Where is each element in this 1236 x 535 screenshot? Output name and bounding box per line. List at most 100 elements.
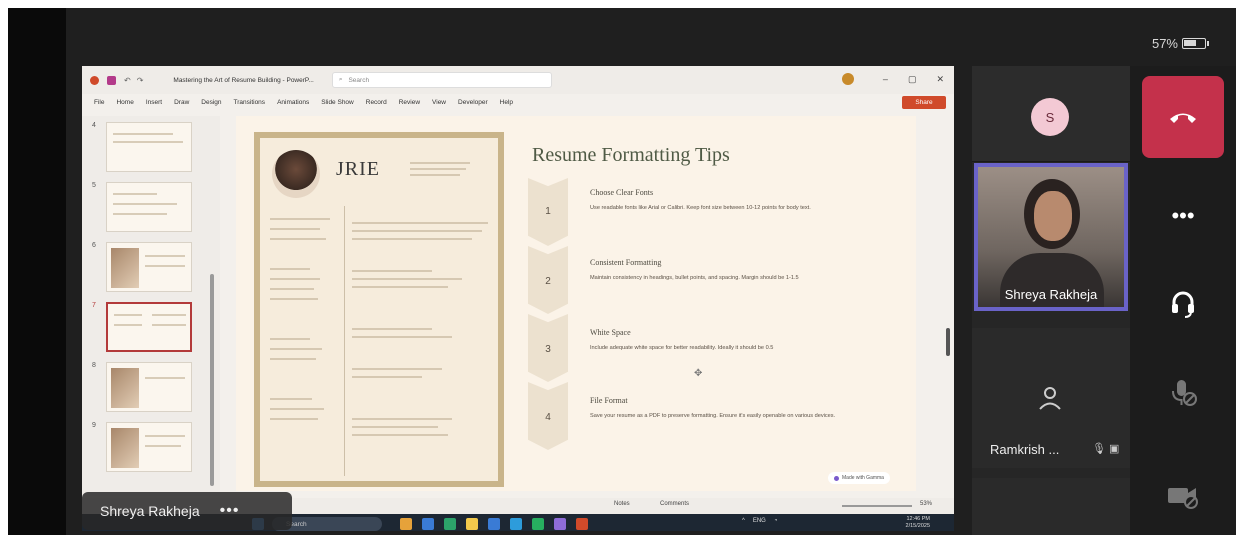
battery-icon (1182, 38, 1209, 49)
ppt-search-box[interactable]: ⌕ Search (331, 72, 552, 88)
phone-hangup-icon (1170, 113, 1196, 123)
slide-scrollbar[interactable] (946, 328, 950, 356)
tip-title: White Space (590, 328, 631, 337)
thumb-number: 4 (92, 122, 96, 129)
resume-photo (272, 150, 320, 198)
save-icon[interactable] (107, 75, 116, 85)
slide-thumbnail[interactable] (106, 422, 192, 472)
comments-button[interactable]: Comments (660, 501, 689, 507)
window-controls: – ▢ ✕ (883, 74, 944, 85)
menu-animations[interactable]: Animations (277, 99, 309, 106)
tray-lang[interactable]: ENG (753, 518, 766, 524)
menu-draw[interactable]: Draw (174, 99, 189, 106)
left-black-strip (8, 8, 66, 535)
teams-icon[interactable] (554, 518, 566, 530)
thumb-number: 9 (92, 422, 96, 429)
hangup-button[interactable] (1142, 76, 1224, 158)
restore-icon[interactable]: ▢ (908, 74, 917, 85)
gamma-label: Made with Gamma (842, 475, 884, 481)
shared-screen: ↶ ↷ Mastering the Art of Resume Building… (82, 66, 954, 531)
presenter-name-tag: Shreya Rakheja ••• (82, 492, 292, 530)
slide-thumbnail[interactable] (106, 362, 192, 412)
menu-slide-show[interactable]: Slide Show (321, 99, 354, 106)
audio-button[interactable] (1142, 274, 1224, 334)
document-title: Mastering the Art of Resume Building - P… (173, 76, 314, 84)
account-avatar[interactable] (842, 73, 854, 85)
zoom-level[interactable]: 53% (920, 501, 932, 507)
menu-file[interactable]: File (94, 99, 104, 106)
tip-number: 2 (545, 276, 551, 287)
meeting-window: 57% ↶ ↷ Mastering the Art of Resume Buil… (8, 8, 1236, 535)
gamma-badge[interactable]: Made with Gamma (828, 472, 890, 484)
taskbar-app-icon[interactable] (488, 518, 500, 530)
taskbar-app-icon[interactable] (532, 518, 544, 530)
menu-record[interactable]: Record (366, 99, 387, 106)
camera-off-icon (1168, 488, 1198, 509)
camera-button[interactable] (1142, 466, 1224, 526)
wifi-icon[interactable]: ◔ (774, 518, 778, 524)
mouse-cursor-icon: ✥ (694, 368, 703, 379)
thumb-number: 6 (92, 242, 96, 249)
tip-number: 4 (545, 412, 551, 423)
taskbar-clock[interactable]: 12:46 PM 2/15/2025 (890, 516, 930, 530)
more-options-icon: ••• (1171, 203, 1195, 228)
tip-body: Save your resume as a PDF to preserve fo… (590, 413, 836, 419)
clock-time: 12:46 PM (906, 516, 930, 522)
notes-button[interactable]: Notes (614, 501, 630, 507)
taskbar-app-icon[interactable] (510, 518, 522, 530)
taskbar-app-icon[interactable] (400, 518, 412, 530)
participant-name: Shreya Rakheja (1004, 287, 1098, 302)
participant-tile[interactable]: Ramkrish ... 🎙︎ ▣ (972, 328, 1130, 468)
participant-tile[interactable] (972, 478, 1130, 535)
tip-number: 3 (545, 344, 551, 355)
tip-title: Choose Clear Fonts (590, 188, 654, 197)
slide-thumbnail[interactable] (106, 122, 192, 172)
more-button[interactable]: ••• (1142, 186, 1224, 246)
menu-review[interactable]: Review (399, 99, 420, 106)
undo-icon[interactable]: ↶ (124, 76, 131, 85)
participant-tile[interactable]: S (972, 66, 1130, 162)
tip-body: Maintain consistency in headings, bullet… (590, 275, 799, 281)
slide-thumbnail[interactable] (106, 242, 192, 292)
tray-chevron-icon[interactable]: ^ (742, 518, 745, 524)
menu-help[interactable]: Help (500, 99, 513, 106)
tip-title: File Format (590, 396, 628, 405)
search-placeholder: Search (348, 76, 370, 84)
menu-view[interactable]: View (432, 99, 446, 106)
gamma-icon (834, 475, 839, 481)
ppt-titlebar: ↶ ↷ Mastering the Art of Resume Building… (82, 66, 954, 94)
mic-button[interactable] (1142, 362, 1224, 422)
resume-image: JRIE (260, 138, 498, 481)
taskbar-app-icon[interactable] (466, 518, 478, 530)
close-icon[interactable]: ✕ (936, 74, 944, 85)
share-button[interactable]: Share (902, 96, 946, 109)
slide-thumbnail[interactable] (106, 182, 192, 232)
taskbar-app-icon[interactable] (422, 518, 434, 530)
slide-thumbnails: 4 5 6 7 8 9 (82, 116, 220, 496)
clock-date: 2/15/2025 (905, 523, 930, 529)
thumb-number: 8 (92, 362, 96, 369)
presenter-more-icon[interactable]: ••• (220, 502, 240, 520)
tip-number: 1 (545, 206, 551, 217)
slide-thumbnail-selected[interactable] (106, 302, 192, 352)
menu-developer[interactable]: Developer (458, 99, 488, 106)
powerpoint-taskbar-icon[interactable] (576, 518, 588, 530)
battery-indicator: 57% (1152, 36, 1209, 51)
thumb-number: 5 (92, 182, 96, 189)
thumbnail-scrollbar[interactable] (210, 274, 214, 486)
zoom-slider[interactable] (842, 505, 912, 507)
menu-design[interactable]: Design (201, 99, 221, 106)
menu-home[interactable]: Home (116, 99, 133, 106)
taskbar-app-icon[interactable] (444, 518, 456, 530)
thumb-number: 7 (92, 302, 96, 309)
participant-video-tile[interactable]: Shreya Rakheja (974, 163, 1128, 311)
system-tray: ^ ENG ◔ (742, 518, 777, 524)
redo-icon[interactable]: ↷ (137, 76, 144, 85)
minimize-icon[interactable]: – (883, 74, 888, 85)
resume-name: JRIE (336, 158, 380, 180)
participant-status-icons: 🎙︎ ▣ (1092, 443, 1120, 455)
participants-panel: S Shreya Rakheja Ramkrish ... 🎙︎ ▣ (972, 66, 1130, 535)
menu-transitions[interactable]: Transitions (234, 99, 266, 106)
menu-insert[interactable]: Insert (146, 99, 162, 106)
powerpoint-icon (90, 75, 99, 85)
